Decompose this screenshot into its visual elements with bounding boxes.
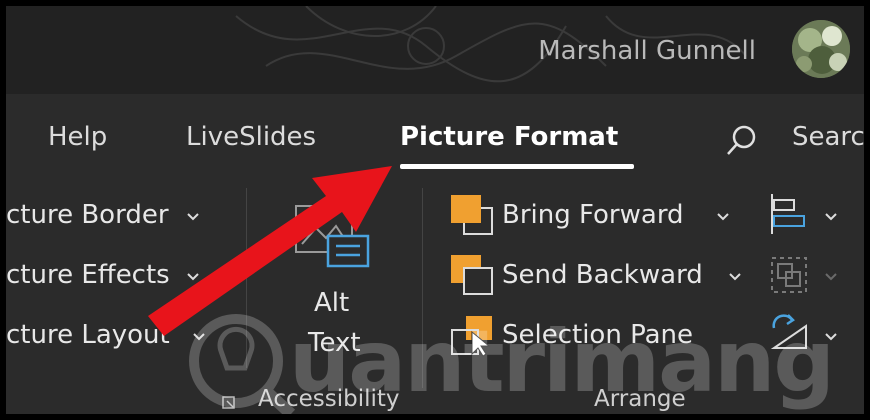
powerpoint-window: Marshall Gunnell Help LiveSlides Picture… [6, 6, 864, 414]
picture-border-label: cture Border [6, 200, 169, 230]
picture-layout-label: cture Layout [6, 320, 170, 350]
bring-forward-icon [451, 195, 493, 235]
picture-effects-button[interactable]: cture Effects [6, 260, 170, 290]
rotate-icon[interactable] [768, 312, 812, 356]
send-backward-label: Send Backward [502, 260, 703, 290]
search-icon[interactable] [724, 124, 758, 158]
selection-pane-button[interactable]: Selection Pane [450, 314, 730, 360]
chevron-down-icon[interactable] [728, 272, 742, 282]
user-name[interactable]: Marshall Gunnell [538, 36, 756, 66]
group-objects-icon[interactable] [768, 254, 812, 298]
chevron-down-icon[interactable] [192, 332, 206, 342]
send-backward-icon [451, 255, 493, 295]
chevron-down-icon[interactable] [716, 212, 730, 222]
ribbon-panel: cture Border cture Effects cture Layout … [6, 174, 864, 414]
tab-picture-format[interactable]: Picture Format [400, 122, 618, 152]
title-bar: Marshall Gunnell [6, 6, 864, 94]
chevron-down-icon[interactable] [824, 212, 838, 222]
chevron-down-icon[interactable] [186, 212, 200, 222]
group-separator [422, 188, 423, 388]
picture-effects-label: cture Effects [6, 260, 170, 290]
chevron-down-icon[interactable] [824, 332, 838, 342]
dialog-launcher-icon[interactable] [222, 396, 236, 410]
picture-border-button[interactable]: cture Border [6, 200, 169, 230]
arrange-group-label: Arrange [594, 386, 686, 412]
chevron-down-icon[interactable] [824, 272, 838, 282]
bring-forward-label: Bring Forward [502, 200, 684, 230]
group-separator [246, 188, 247, 368]
tab-help[interactable]: Help [48, 122, 107, 152]
selection-pane-icon [451, 316, 492, 357]
alt-text-label-line1: Alt [314, 288, 350, 318]
ribbon-tabs: Help LiveSlides Picture Format Search [6, 94, 864, 174]
user-avatar[interactable] [792, 20, 850, 78]
tab-liveslides[interactable]: LiveSlides [186, 122, 316, 152]
chevron-down-icon[interactable] [186, 272, 200, 282]
active-tab-indicator [400, 164, 634, 169]
alt-text-label-line2: Text [308, 328, 361, 358]
alt-text-button[interactable]: Alt Text [276, 194, 386, 374]
picture-layout-button[interactable]: cture Layout [6, 320, 170, 350]
alt-text-icon [295, 205, 370, 268]
align-icon[interactable] [768, 192, 808, 236]
tell-me-search[interactable]: Search [792, 122, 864, 152]
send-backward-button[interactable]: Send Backward [450, 254, 750, 300]
accessibility-group-label: Accessibility [258, 386, 400, 412]
bring-forward-button[interactable]: Bring Forward [450, 194, 740, 240]
selection-pane-label: Selection Pane [502, 320, 694, 350]
